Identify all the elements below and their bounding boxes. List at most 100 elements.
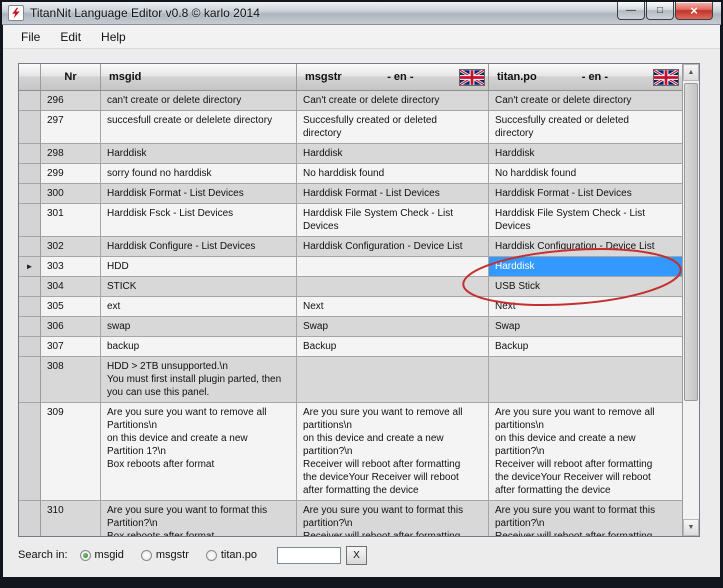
- cell-msgid[interactable]: Harddisk: [101, 144, 297, 164]
- cell-titanpo[interactable]: Can't create or delete directory: [489, 91, 683, 111]
- row-selector[interactable]: [19, 91, 41, 111]
- row-selector[interactable]: [19, 184, 41, 204]
- row-selector[interactable]: [19, 164, 41, 184]
- cell-msgstr[interactable]: Swap: [297, 317, 489, 337]
- cell-nr[interactable]: 306: [41, 317, 101, 337]
- column-header-msgid[interactable]: msgid: [101, 64, 297, 90]
- close-button[interactable]: ×: [675, 2, 713, 20]
- cell-msgstr[interactable]: Harddisk: [297, 144, 489, 164]
- cell-titanpo[interactable]: Are you sure you want to remove all part…: [489, 403, 683, 501]
- menu-file[interactable]: File: [11, 27, 50, 47]
- row-selector[interactable]: [19, 317, 41, 337]
- table-row[interactable]: 299sorry found no harddiskNo harddisk fo…: [19, 164, 683, 184]
- menu-help[interactable]: Help: [91, 27, 136, 47]
- cell-nr[interactable]: 296: [41, 91, 101, 111]
- cell-titanpo[interactable]: Harddisk: [489, 257, 683, 277]
- cell-msgid[interactable]: swap: [101, 317, 297, 337]
- cell-msgstr[interactable]: [297, 277, 489, 297]
- cell-msgstr[interactable]: Succesfully created or deleted directory: [297, 111, 489, 144]
- table-row[interactable]: 305extNextNext: [19, 297, 683, 317]
- cell-titanpo[interactable]: Are you sure you want to format this par…: [489, 501, 683, 537]
- cell-nr[interactable]: 303: [41, 257, 101, 277]
- cell-nr[interactable]: 299: [41, 164, 101, 184]
- titlebar[interactable]: TitanNit Language Editor v0.8 © karlo 20…: [2, 2, 721, 25]
- cell-msgstr[interactable]: Are you sure you want to format this par…: [297, 501, 489, 537]
- scroll-down-button[interactable]: ▼: [683, 519, 699, 536]
- cell-msgstr[interactable]: No harddisk found: [297, 164, 489, 184]
- cell-msgid[interactable]: sorry found no harddisk: [101, 164, 297, 184]
- cell-msgid[interactable]: Harddisk Configure - List Devices: [101, 237, 297, 257]
- cell-titanpo[interactable]: Harddisk: [489, 144, 683, 164]
- table-row[interactable]: 308HDD > 2TB unsupported.\n You must fir…: [19, 357, 683, 403]
- column-header-titanpo[interactable]: titan.po - en -: [489, 64, 683, 90]
- table-row[interactable]: 302Harddisk Configure - List DevicesHard…: [19, 237, 683, 257]
- cell-nr[interactable]: 308: [41, 357, 101, 403]
- cell-msgid[interactable]: Harddisk Format - List Devices: [101, 184, 297, 204]
- cell-nr[interactable]: 304: [41, 277, 101, 297]
- table-row[interactable]: 310Are you sure you want to format this …: [19, 501, 683, 537]
- cell-msgid[interactable]: HDD: [101, 257, 297, 277]
- cell-msgstr[interactable]: Backup: [297, 337, 489, 357]
- cell-msgstr[interactable]: Harddisk Configuration - Device List: [297, 237, 489, 257]
- search-input[interactable]: [277, 547, 341, 564]
- row-selector[interactable]: [19, 144, 41, 164]
- maximize-button[interactable]: □: [646, 2, 674, 20]
- table-row[interactable]: ►303HDD Harddisk: [19, 257, 683, 277]
- cell-msgstr[interactable]: Harddisk Format - List Devices: [297, 184, 489, 204]
- cell-titanpo[interactable]: Harddisk Configuration - Device List: [489, 237, 683, 257]
- cell-msgid[interactable]: STICK: [101, 277, 297, 297]
- cell-msgid[interactable]: ext: [101, 297, 297, 317]
- table-row[interactable]: 309Are you sure you want to remove all P…: [19, 403, 683, 501]
- row-selector-current[interactable]: ►: [19, 257, 41, 277]
- cell-msgstr[interactable]: Harddisk File System Check - List Device…: [297, 204, 489, 237]
- cell-titanpo[interactable]: Succesfully created or deleted directory: [489, 111, 683, 144]
- cell-msgid[interactable]: Harddisk Fsck - List Devices: [101, 204, 297, 237]
- column-header-msgstr[interactable]: msgstr - en -: [297, 64, 489, 90]
- cell-titanpo[interactable]: Harddisk Format - List Devices: [489, 184, 683, 204]
- cell-msgid[interactable]: Are you sure you want to remove all Part…: [101, 403, 297, 501]
- cell-nr[interactable]: 310: [41, 501, 101, 537]
- table-row[interactable]: 300Harddisk Format - List DevicesHarddis…: [19, 184, 683, 204]
- row-selector[interactable]: [19, 501, 41, 537]
- search-radio-msgstr[interactable]: msgstr: [141, 549, 189, 561]
- scroll-up-button[interactable]: ▲: [683, 64, 699, 81]
- cell-msgid[interactable]: succesfull create or delelete directory: [101, 111, 297, 144]
- row-selector[interactable]: [19, 111, 41, 144]
- table-row[interactable]: 298HarddiskHarddiskHarddisk: [19, 144, 683, 164]
- cell-nr[interactable]: 309: [41, 403, 101, 501]
- table-row[interactable]: 301Harddisk Fsck - List DevicesHarddisk …: [19, 204, 683, 237]
- row-selector[interactable]: [19, 237, 41, 257]
- cell-titanpo[interactable]: Harddisk File System Check - List Device…: [489, 204, 683, 237]
- cell-titanpo[interactable]: [489, 357, 683, 403]
- cell-msgid[interactable]: Are you sure you want to format this Par…: [101, 501, 297, 537]
- table-row[interactable]: 307backupBackupBackup: [19, 337, 683, 357]
- table-row[interactable]: 297succesfull create or delelete directo…: [19, 111, 683, 144]
- cell-msgstr[interactable]: [297, 257, 489, 277]
- cell-nr[interactable]: 300: [41, 184, 101, 204]
- grid-corner-cell[interactable]: [19, 64, 41, 90]
- cell-nr[interactable]: 307: [41, 337, 101, 357]
- search-radio-msgid[interactable]: msgid: [80, 549, 124, 561]
- cell-msgstr[interactable]: Next: [297, 297, 489, 317]
- minimize-button[interactable]: —: [617, 2, 645, 20]
- cell-msgid[interactable]: HDD > 2TB unsupported.\n You must first …: [101, 357, 297, 403]
- row-selector[interactable]: [19, 277, 41, 297]
- row-selector[interactable]: [19, 403, 41, 501]
- row-selector[interactable]: [19, 297, 41, 317]
- cell-nr[interactable]: 297: [41, 111, 101, 144]
- cell-titanpo[interactable]: Swap: [489, 317, 683, 337]
- row-selector[interactable]: [19, 337, 41, 357]
- cell-msgstr[interactable]: Can't create or delete directory: [297, 91, 489, 111]
- cell-titanpo[interactable]: USB Stick: [489, 277, 683, 297]
- cell-msgid[interactable]: backup: [101, 337, 297, 357]
- table-row[interactable]: 304STICK USB Stick: [19, 277, 683, 297]
- cell-msgstr[interactable]: Are you sure you want to remove all part…: [297, 403, 489, 501]
- search-radio-titanpo[interactable]: titan.po: [206, 549, 257, 561]
- cell-titanpo[interactable]: No harddisk found: [489, 164, 683, 184]
- cell-nr[interactable]: 302: [41, 237, 101, 257]
- row-selector[interactable]: [19, 204, 41, 237]
- cell-titanpo[interactable]: Backup: [489, 337, 683, 357]
- cell-msgid[interactable]: can't create or delete directory: [101, 91, 297, 111]
- table-row[interactable]: 296can't create or delete directoryCan't…: [19, 91, 683, 111]
- row-selector[interactable]: [19, 357, 41, 403]
